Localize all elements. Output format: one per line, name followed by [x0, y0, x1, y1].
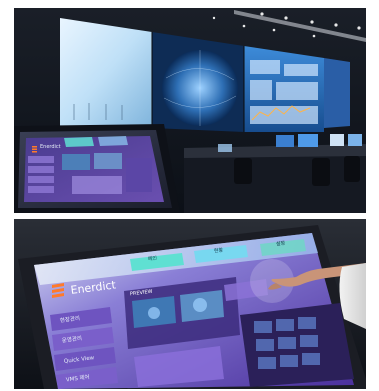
operator-desk: [184, 148, 366, 213]
control-buttons: [254, 317, 320, 369]
enerdict-logo-icon: [52, 283, 64, 298]
wall-panel-side: [324, 58, 350, 128]
control-room-photo: Enerdict: [14, 8, 366, 213]
touch-table-photo: Enerdict 메인 현황 설정 PREVIEW 현장관리 운영관리 Quic…: [14, 219, 366, 389]
inset-brand-text: Enerdict: [40, 144, 61, 150]
touch-table-inset: [14, 124, 180, 213]
control-room-scene: [14, 8, 366, 213]
inset-brand-logo: [32, 146, 37, 153]
